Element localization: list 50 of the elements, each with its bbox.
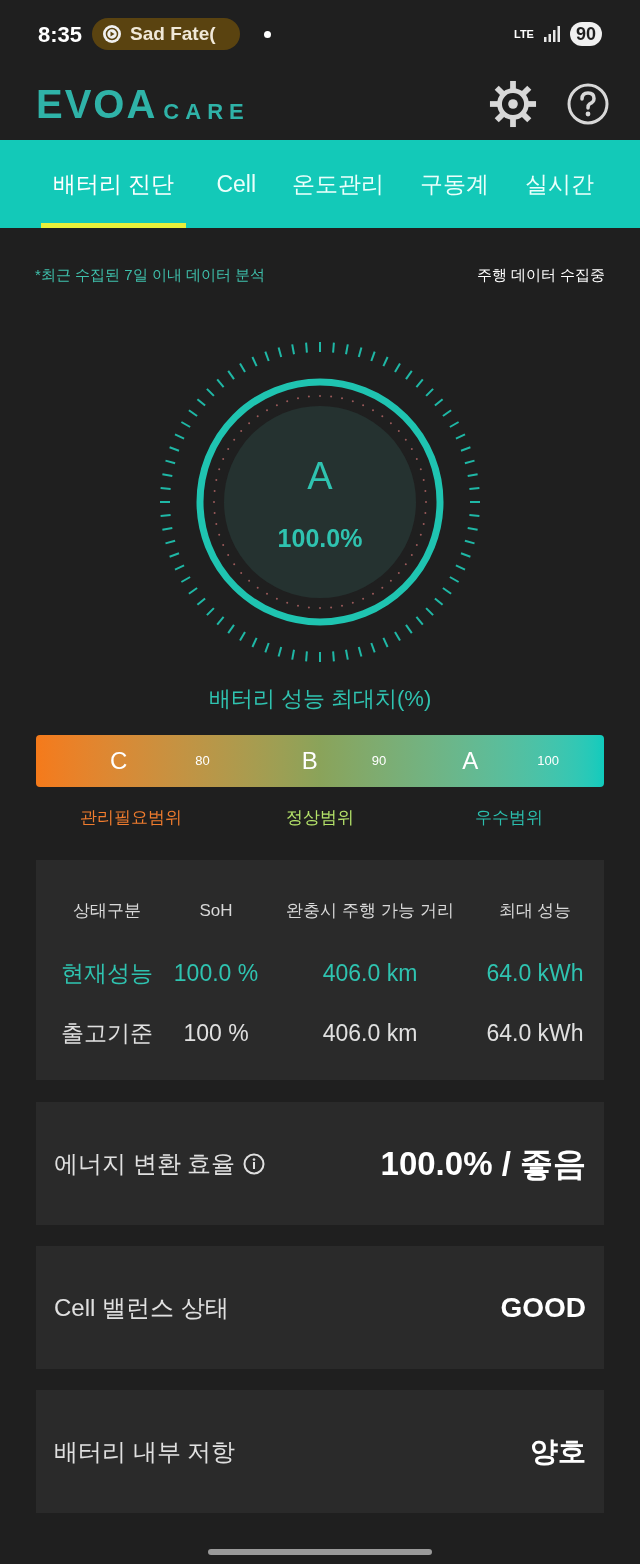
card-value: 양호 bbox=[530, 1434, 586, 1469]
signal-icon bbox=[543, 26, 560, 42]
table-cell-text: 64.0 kWh bbox=[486, 1019, 584, 1048]
battery-badge: 90 bbox=[569, 22, 602, 46]
tab[interactable]: Cell bbox=[210, 140, 262, 228]
table-cell-text: 100 % bbox=[183, 1019, 249, 1048]
app-logo: EVOA CARE bbox=[36, 84, 250, 124]
column-header: SoH bbox=[199, 900, 233, 922]
analysis-note: *최근 수집된 7일 이내 데이터 분석 bbox=[35, 265, 266, 285]
table-cell-text: 406.0 km bbox=[322, 1019, 418, 1048]
range-label: 관리필요범위 bbox=[79, 806, 182, 829]
range-label: 우수범위 bbox=[475, 806, 544, 829]
scale-tick: 100 bbox=[537, 751, 559, 770]
play-icon bbox=[102, 24, 123, 44]
table-cell-text: 현재성능 bbox=[61, 958, 153, 988]
card-label: Cell 밸런스 상태 bbox=[54, 1292, 229, 1323]
network-label: LTE bbox=[514, 28, 534, 40]
card-label: 에너지 변환 효율 bbox=[54, 1148, 236, 1179]
grade-letter: C bbox=[110, 745, 128, 776]
table-cell-text: 64.0 kWh bbox=[486, 958, 584, 988]
column-header: 최대 성능 bbox=[498, 900, 572, 922]
help-icon bbox=[567, 83, 609, 125]
status-time: 8:35 bbox=[38, 20, 83, 49]
collecting-status: 주행 데이터 수집중 bbox=[476, 265, 605, 285]
media-pill[interactable]: Sad Fate( bbox=[92, 18, 240, 50]
scale-tick: 80 bbox=[195, 751, 210, 770]
column-header: 완충시 주행 가능 거리 bbox=[286, 900, 454, 922]
grade-letter: A bbox=[462, 745, 479, 776]
table-cell-text: 출고기준 bbox=[61, 1019, 153, 1048]
help-button[interactable] bbox=[566, 82, 610, 126]
gauge-value: 100.0% bbox=[277, 523, 363, 552]
card-label: 배터리 내부 저항 bbox=[54, 1436, 236, 1467]
grade-label: A bbox=[307, 454, 333, 497]
tab[interactable]: 배터리 진단 bbox=[41, 140, 187, 228]
column-header: 상태구분 bbox=[73, 900, 141, 922]
settings-button[interactable] bbox=[488, 79, 538, 129]
table-cell-text: 406.0 km bbox=[322, 958, 418, 988]
grade-letter: B bbox=[301, 745, 318, 776]
info-icon[interactable] bbox=[243, 1152, 266, 1175]
tab[interactable]: 구동계 bbox=[414, 140, 495, 228]
scale-tick: 90 bbox=[371, 751, 387, 770]
range-label: 정상범위 bbox=[286, 806, 354, 829]
tab[interactable]: 실시간 bbox=[519, 140, 600, 228]
card-value: 100.0% / 좋음 bbox=[380, 1143, 586, 1184]
card-value: GOOD bbox=[500, 1290, 586, 1325]
settings-icon bbox=[489, 80, 537, 128]
media-title: Sad Fate( bbox=[130, 21, 217, 46]
table-cell-text: 100.0 % bbox=[173, 958, 259, 988]
tab[interactable]: 온도관리 bbox=[286, 140, 390, 228]
gauge-caption: 배터리 성능 최대치(%) bbox=[208, 684, 432, 713]
